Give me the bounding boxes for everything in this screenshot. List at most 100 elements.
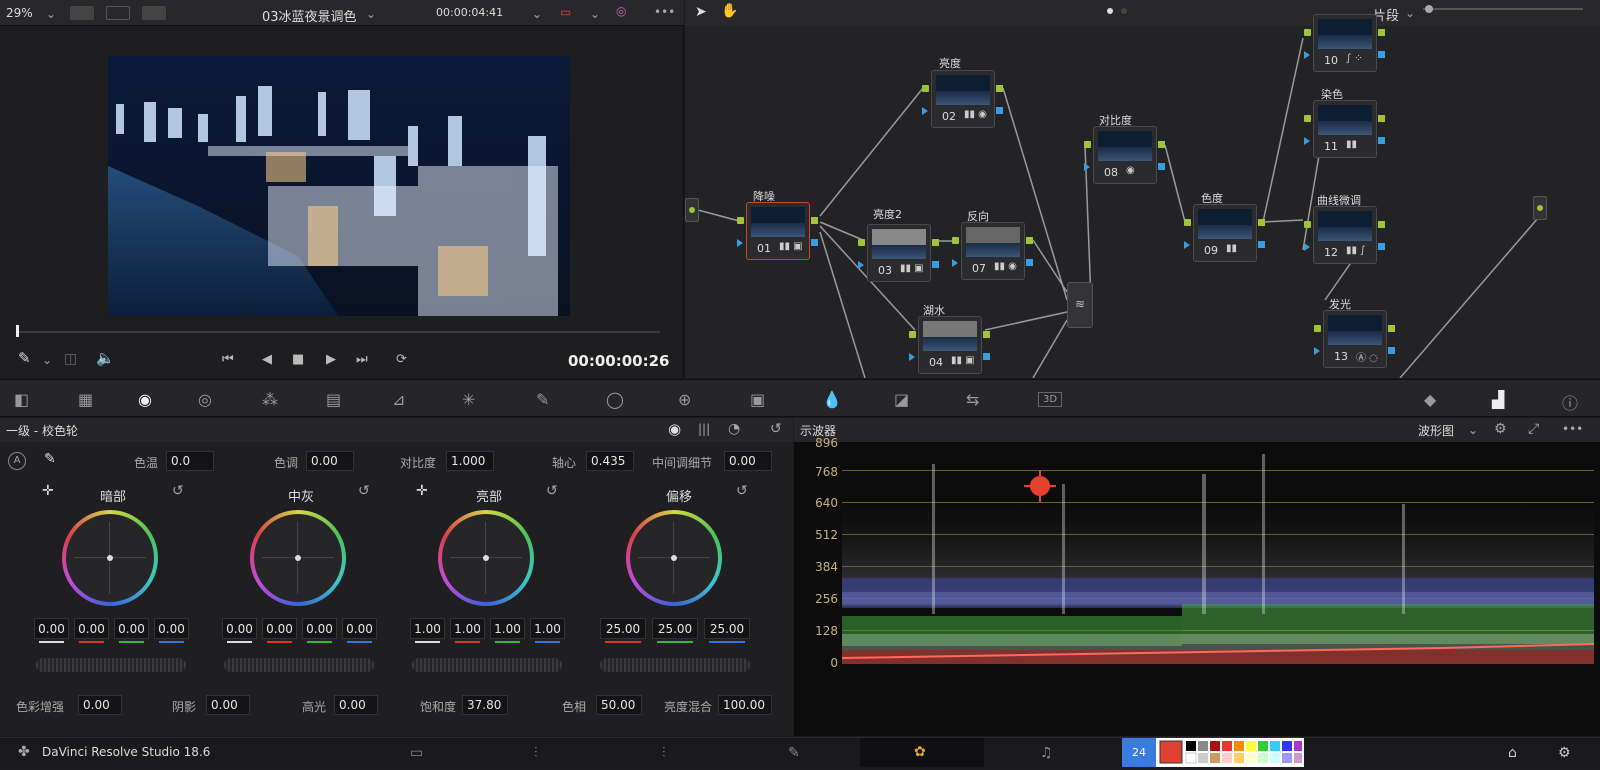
scope-overlay-icon[interactable]: ▭ (560, 6, 571, 18)
color-page-tab[interactable]: ✿ (860, 738, 984, 767)
wheels-mode-icon[interactable]: ◉ (668, 422, 681, 437)
curves-icon[interactable]: ⊿ (392, 390, 405, 409)
gamma-wheel[interactable] (250, 510, 346, 606)
auto-balance-icon[interactable]: A (8, 452, 26, 470)
speaker-icon[interactable]: 🔈 (96, 351, 115, 366)
offset-g-value[interactable]: 25.00 (652, 618, 698, 643)
crosshair-icon[interactable]: ✛ (42, 484, 54, 498)
reset-icon[interactable]: ↺ (770, 422, 782, 436)
gain-g-value[interactable]: 1.00 (490, 618, 525, 643)
playhead[interactable] (16, 325, 19, 337)
contrast-field[interactable]: 1.000 (446, 451, 494, 471)
offset-master-wheel[interactable] (600, 658, 750, 672)
lum-mix-field[interactable]: 100.00 (718, 695, 772, 715)
node-02[interactable]: 02 ▮▮ ◉ (922, 70, 1003, 128)
pivot-field[interactable]: 0.435 (586, 451, 634, 471)
info-icon[interactable]: ⓘ (1562, 390, 1578, 414)
node-07[interactable]: 07 ▮▮ ◉ (952, 222, 1033, 280)
lift-wheel[interactable] (62, 510, 158, 606)
layer-mixer-node[interactable]: ≋ (1067, 282, 1093, 328)
tint-field[interactable]: 0.00 (306, 451, 354, 471)
chevron-down-icon[interactable]: ⌄ (1468, 424, 1478, 436)
gain-master-wheel[interactable] (412, 658, 562, 672)
color-warper-icon[interactable]: ✳ (462, 390, 475, 409)
node-04[interactable]: 04 ▮▮ ▣ (909, 316, 990, 374)
node-09[interactable]: 09 ▮▮ (1184, 204, 1265, 262)
swatch-counter[interactable]: 24 (1122, 738, 1156, 767)
keyframes-icon[interactable]: ◆ (1424, 390, 1436, 409)
node-editor[interactable]: ➤ ✋ 片段 ⌄ ≋ 01 ▮▮ ▣ 降噪 02 ▮▮ ◉ 亮度 03 ▮▮ ▣ 亮度… (685, 0, 1600, 378)
gain-wheel[interactable] (438, 510, 534, 606)
dual-viewer-icon[interactable] (142, 6, 166, 20)
hdr-wheels-icon[interactable]: ◎ (198, 390, 212, 409)
play-reverse-icon[interactable]: ◀ (262, 352, 272, 367)
midtone-detail-field[interactable]: 0.00 (724, 451, 772, 471)
scope-settings-icon[interactable]: ⚙ (1494, 422, 1507, 436)
temp-field[interactable]: 0.0 (166, 451, 214, 471)
magic-mask-icon[interactable]: ▣ (750, 390, 765, 409)
highlight-field[interactable]: 0.00 (334, 695, 378, 715)
node-01[interactable]: 01 ▮▮ ▣ (737, 202, 818, 260)
output-node[interactable] (1533, 196, 1547, 220)
rgb-mixer-icon[interactable]: ⁂ (262, 390, 278, 409)
blur-icon[interactable]: 💧 (822, 390, 842, 409)
node-13[interactable]: 13 Ⓐ ◌ (1314, 310, 1395, 368)
scrub-bar[interactable] (16, 331, 660, 333)
reset-icon[interactable]: ↺ (358, 484, 370, 498)
tracker-icon[interactable]: ⊕ (678, 390, 691, 409)
more-options-icon[interactable]: ••• (1562, 423, 1583, 435)
key-icon[interactable]: ◪ (894, 390, 909, 409)
node-08[interactable]: 08 ◉ (1084, 126, 1165, 184)
eyedropper-icon[interactable]: ✎ (18, 351, 31, 366)
offset-b-value[interactable]: 25.00 (704, 618, 750, 643)
play-icon[interactable]: ▶ (326, 352, 336, 367)
gamma-r-value[interactable]: 0.00 (262, 618, 297, 643)
color-swatch-palette[interactable] (1156, 738, 1304, 767)
scope-mode-select[interactable]: 波形图 (1418, 422, 1454, 439)
shadow-field[interactable]: 0.00 (206, 695, 250, 715)
gain-y-value[interactable]: 1.00 (410, 618, 445, 643)
chevron-down-icon[interactable]: ⌄ (590, 8, 600, 20)
hue-field[interactable]: 50.00 (596, 695, 642, 715)
clip-name[interactable]: 03冰蓝夜景调色 (262, 6, 357, 25)
color-circle-icon[interactable]: ◎ (616, 5, 626, 17)
log-mode-icon[interactable]: ◔ (728, 422, 740, 436)
first-frame-icon[interactable]: ⏮ (222, 352, 234, 367)
offset-r-value[interactable]: 25.00 (600, 618, 646, 643)
node-10[interactable]: 10 ∫ ⁘ (1304, 14, 1385, 72)
source-input[interactable] (685, 198, 699, 222)
stop-icon[interactable]: ■ (292, 352, 304, 367)
camera-raw-icon[interactable]: ◧ (14, 390, 29, 409)
lift-b-value[interactable]: 0.00 (154, 618, 189, 643)
node-11[interactable]: 11 ▮▮ (1304, 100, 1385, 158)
lift-g-value[interactable]: 0.00 (114, 618, 149, 643)
gamma-b-value[interactable]: 0.00 (342, 618, 377, 643)
gamma-g-value[interactable]: 0.00 (302, 618, 337, 643)
picker-icon[interactable]: ✎ (44, 452, 56, 466)
reset-icon[interactable]: ↺ (546, 484, 558, 498)
zoom-level[interactable]: 29% (6, 6, 33, 20)
crosshair-icon[interactable]: ✛ (416, 484, 428, 498)
node-12[interactable]: 12 ▮▮ ∫ (1304, 206, 1385, 264)
window-icon[interactable]: ◯ (606, 390, 624, 409)
qualifier-icon[interactable]: ✎ (536, 390, 549, 409)
chevron-down-icon[interactable]: ⌄ (42, 354, 52, 366)
lift-master-wheel[interactable] (36, 658, 186, 672)
gamma-master-wheel[interactable] (224, 658, 374, 672)
lift-y-value[interactable]: 0.00 (34, 618, 69, 643)
color-wheels-icon[interactable]: ◉ (138, 390, 152, 409)
home-icon[interactable]: ⌂ (1508, 745, 1517, 761)
chevron-down-icon[interactable]: ⌄ (366, 8, 376, 20)
reset-icon[interactable]: ↺ (172, 484, 184, 498)
fusion-page-icon[interactable]: ✎ (788, 745, 800, 761)
color-boost-field[interactable]: 0.00 (78, 695, 122, 715)
cut-page-icon[interactable]: ⫶ (534, 745, 538, 761)
fairlight-page-icon[interactable]: ♫ (1040, 745, 1053, 761)
single-viewer-icon[interactable] (70, 6, 94, 20)
loop-icon[interactable]: ⟳ (396, 352, 407, 367)
last-frame-icon[interactable]: ⏭ (356, 352, 368, 367)
motion-effects-icon[interactable]: ▤ (326, 390, 341, 409)
edit-page-icon[interactable]: ⫶ (662, 745, 666, 761)
offset-wheel[interactable] (626, 510, 722, 606)
3d-icon[interactable]: 3D (1038, 392, 1063, 407)
